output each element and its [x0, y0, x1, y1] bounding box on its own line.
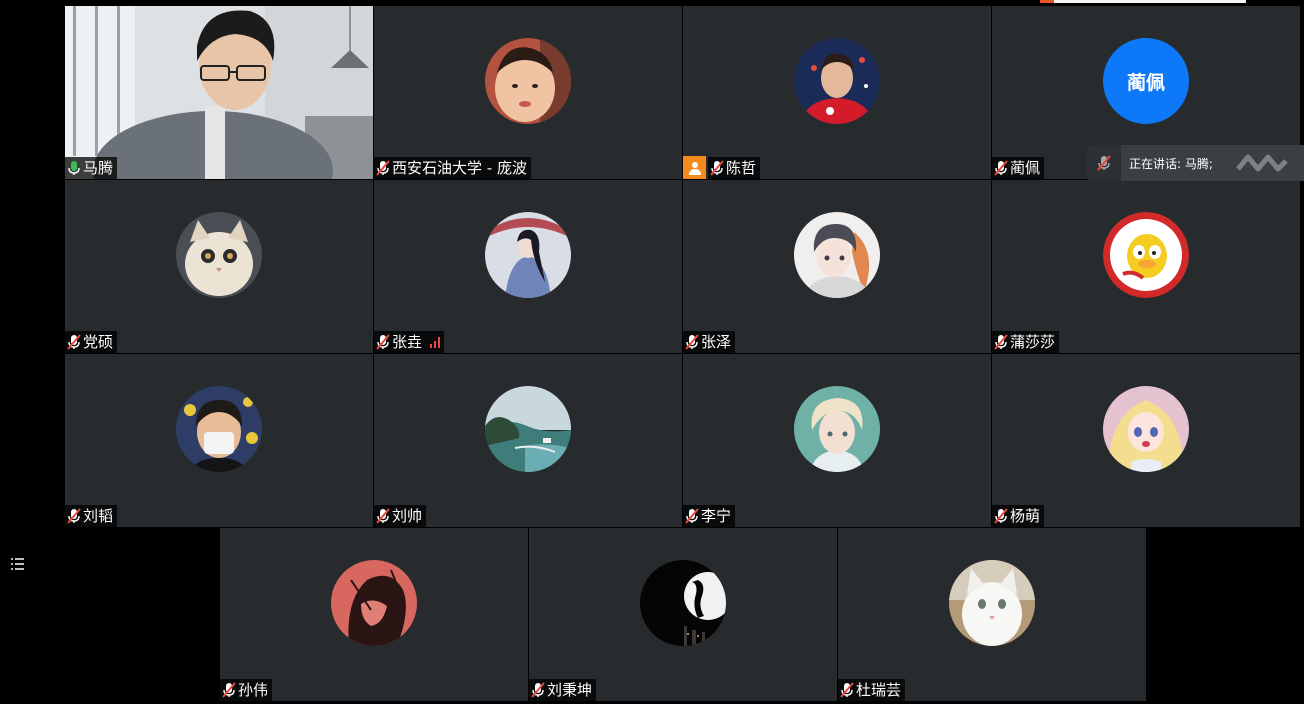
- participant-nametag: 刘韬: [65, 505, 118, 527]
- participant-name: 刘秉坤: [547, 681, 593, 699]
- mic-muted-icon: [376, 334, 390, 350]
- participant-name: 杨萌: [1010, 507, 1041, 525]
- participant-avatar: [640, 560, 726, 646]
- mic-muted-icon: [531, 682, 545, 698]
- participant-name: 孙伟: [238, 681, 269, 699]
- participant-tile-liushuai[interactable]: 刘帅: [374, 354, 682, 527]
- participant-nametag: 张泽: [683, 331, 736, 353]
- participant-nametag: 马腾: [65, 157, 118, 179]
- participant-nametag: 李宁: [683, 505, 736, 527]
- participant-name: 杜瑞芸: [856, 681, 902, 699]
- list-menu-icon[interactable]: [9, 556, 27, 572]
- participant-avatar: [794, 38, 880, 124]
- participant-avatar: 蔺佩: [1103, 38, 1189, 124]
- participant-nametag: 刘秉坤: [529, 679, 597, 701]
- mic-muted-icon: [1087, 145, 1121, 181]
- participant-nametag: 杜瑞芸: [838, 679, 906, 701]
- participant-avatar: [1103, 212, 1189, 298]
- participant-nametag: 张垚: [374, 331, 445, 353]
- participant-tile-duruiyun[interactable]: 杜瑞芸: [838, 528, 1146, 701]
- mic-muted-icon: [710, 160, 724, 176]
- mic-muted-icon: [376, 160, 390, 176]
- participant-name: 张垚: [392, 333, 423, 351]
- participant-avatar: [949, 560, 1035, 646]
- mic-muted-icon: [376, 508, 390, 524]
- mic-muted-icon: [222, 682, 236, 698]
- mic-muted-icon: [994, 160, 1008, 176]
- participant-nametag: 党硕: [65, 331, 118, 353]
- participant-name: 李宁: [701, 507, 732, 525]
- mic-muted-icon: [994, 334, 1008, 350]
- participant-avatar: [176, 386, 262, 472]
- participant-tile-yangmeng[interactable]: 杨萌: [992, 354, 1300, 527]
- participant-tile-dangshuo[interactable]: 党硕: [65, 180, 373, 353]
- participant-name: 陈哲: [726, 159, 757, 177]
- mic-muted-icon: [685, 334, 699, 350]
- participant-name: 蔺佩: [1010, 159, 1041, 177]
- weak-signal-icon: [430, 336, 441, 348]
- participant-name: 马腾: [83, 159, 114, 177]
- participant-tile-lining[interactable]: 李宁: [683, 354, 991, 527]
- participant-tile-chenzhe[interactable]: 陈哲: [683, 6, 991, 179]
- participant-avatar: [176, 212, 262, 298]
- participant-nametag: 刘帅: [374, 505, 427, 527]
- participant-nametag: 西安石油大学 - 庞波: [374, 157, 531, 179]
- participant-avatar: [794, 386, 880, 472]
- participant-nametag: 陈哲: [708, 157, 761, 179]
- participant-video: [65, 6, 373, 179]
- mic-muted-icon: [67, 508, 81, 524]
- participant-tile-liubingkun[interactable]: 刘秉坤: [529, 528, 837, 701]
- participant-nametag: 蒲莎莎: [992, 331, 1060, 353]
- participant-tile-zhangze[interactable]: 张泽: [683, 180, 991, 353]
- mic-muted-icon: [994, 508, 1008, 524]
- mic-muted-icon: [67, 334, 81, 350]
- participant-name: 刘帅: [392, 507, 423, 525]
- app-watermark-icon: [1236, 154, 1288, 172]
- participant-tile-liutao[interactable]: 刘韬: [65, 354, 373, 527]
- participant-avatar: [485, 386, 571, 472]
- mic-muted-icon: [840, 682, 854, 698]
- participant-avatar: [485, 212, 571, 298]
- avatar-initials: 蔺佩: [1126, 71, 1165, 94]
- participant-name: 党硕: [83, 333, 114, 351]
- participant-nametag: 孙伟: [220, 679, 273, 701]
- participant-tile-zhangyao[interactable]: 张垚: [374, 180, 682, 353]
- participant-name: 西安石油大学 - 庞波: [392, 159, 527, 177]
- participant-tile-pushasha[interactable]: 蒲莎莎: [992, 180, 1300, 353]
- participant-avatar: [1103, 386, 1189, 472]
- mic-muted-icon: [685, 508, 699, 524]
- speaking-indicator[interactable]: 正在讲话: 马腾;: [1087, 145, 1304, 181]
- participant-nametag: 杨萌: [992, 505, 1045, 527]
- participant-name: 蒲莎莎: [1010, 333, 1056, 351]
- participant-nametag: 蔺佩: [992, 157, 1045, 179]
- host-badge-icon: [683, 156, 706, 179]
- participant-name: 张泽: [701, 333, 732, 351]
- participant-tile-sunwei[interactable]: 孙伟: [220, 528, 528, 701]
- mic-active-icon: [68, 161, 80, 175]
- participant-avatar: [485, 38, 571, 124]
- participant-tile-mateng[interactable]: 马腾: [65, 6, 373, 179]
- participant-avatar: [794, 212, 880, 298]
- participant-avatar: [331, 560, 417, 646]
- top-progress-bar: [1040, 0, 1246, 3]
- participant-tile-pangbo[interactable]: 西安石油大学 - 庞波: [374, 6, 682, 179]
- speaking-text: 正在讲话: 马腾;: [1129, 156, 1213, 171]
- participant-name: 刘韬: [83, 507, 114, 525]
